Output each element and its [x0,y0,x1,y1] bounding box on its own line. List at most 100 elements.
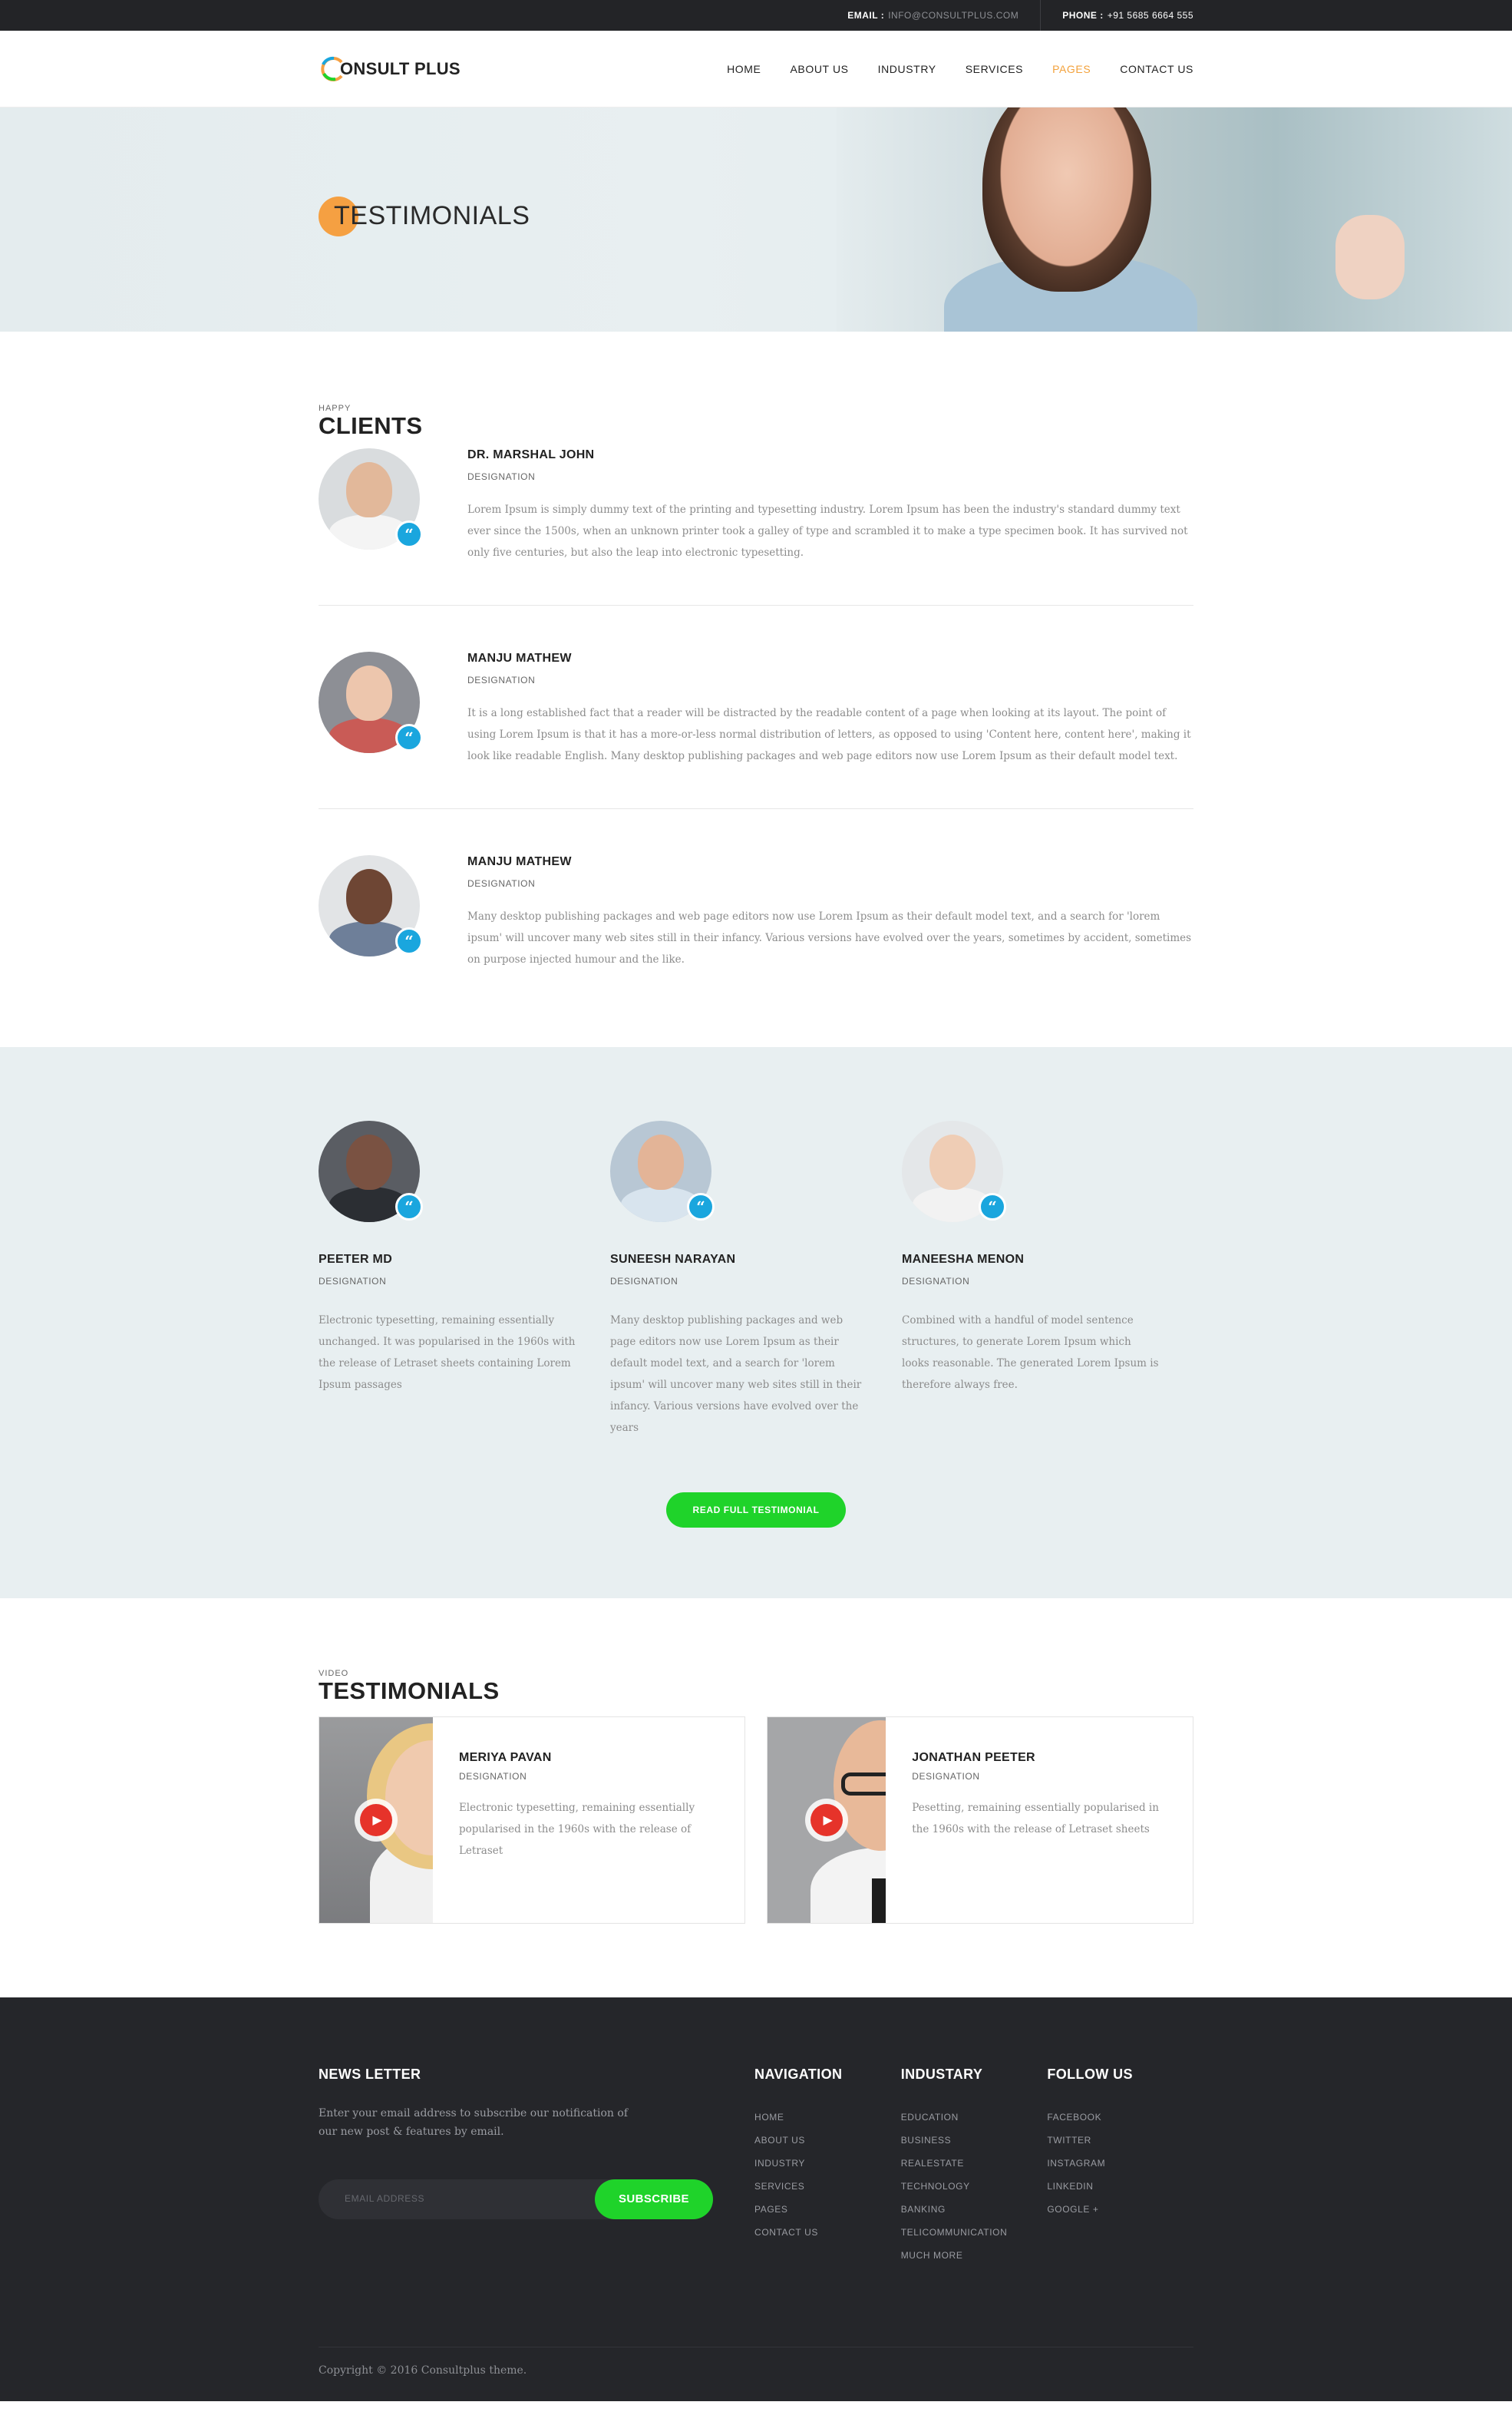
play-icon: ▶ [359,1804,392,1837]
page-title: TESTIMONIALS [334,201,530,230]
footer-link-business[interactable]: BUSINESS [901,2129,1048,2152]
site-header: ONSULT PLUS HOME ABOUT US INDUSTRY SERVI… [0,31,1512,107]
subscribe-button[interactable]: SUBSCRIBE [595,2179,713,2220]
main-nav: HOME ABOUT US INDUSTRY SERVICES PAGES CO… [698,63,1193,75]
video-thumbnail-glasses [841,1772,886,1796]
copyright: Copyright © 2016 Consultplus theme. [319,2347,1193,2377]
footer-link-contact-us[interactable]: CONTACT US [754,2221,901,2244]
client-text: Many desktop publishing packages and web… [467,910,1192,966]
nav-about-us[interactable]: ABOUT US [790,63,848,75]
client-designation: DESIGNATION [467,471,536,483]
footer-navigation: NAVIGATION HOME ABOUT US INDUSTRY SERVIC… [754,2067,901,2267]
avatar: “ [319,652,423,754]
topbar-email[interactable]: EMAIL : INFO@CONSULTPLUS.COM [826,0,1040,31]
client-name: MANJU MATHEW [467,652,572,666]
avatar: “ [319,855,423,957]
footer-link-twitter[interactable]: TWITTER [1047,2129,1193,2152]
email-input[interactable]: EMAIL ADDRESS [345,2193,424,2204]
client-text: Lorem Ipsum is simply dummy text of the … [467,504,1188,560]
avatar-head [346,462,392,518]
quote-icon: “ [395,927,423,956]
avatar: “ [319,448,423,550]
testimonial-band: “ PEETER MD DESIGNATION Electronic types… [0,1047,1512,1599]
footer-link-google-plus[interactable]: GOOGLE + [1047,2198,1193,2221]
footer-link-telicommunication[interactable]: TELICOMMUNICATION [901,2221,1048,2244]
footer-link-industry[interactable]: INDUSTRY [754,2152,901,2175]
video-name: JONATHAN PEETER [912,1751,1035,1765]
quote-icon: “ [687,1193,715,1221]
video-name: MERIYA PAVAN [458,1751,552,1765]
client-designation: DESIGNATION [467,878,536,890]
nav-industry[interactable]: INDUSTRY [878,63,936,75]
topbar-phone[interactable]: PHONE : +91 5685 6664 555 [1041,0,1193,31]
footer-link-instagram[interactable]: INSTAGRAM [1047,2152,1193,2175]
footer-link-linkedin[interactable]: LINKEDIN [1047,2175,1193,2198]
footer-link-home[interactable]: HOME [754,2106,901,2129]
footer-link-about-us[interactable]: ABOUT US [754,2129,901,2152]
client-name: DR. MARSHAL JOHN [467,448,595,462]
list-item: “ MANJU MATHEW DESIGNATION It is a long … [319,652,1193,810]
testimonial-text: Combined with a handful of model sentenc… [902,1314,1159,1392]
play-button[interactable]: ▶ [354,1799,398,1842]
logo-icon [321,56,343,81]
video-designation: DESIGNATION [912,1771,980,1782]
video-text: Pesetting, remaining essentially popular… [912,1802,1159,1836]
play-button[interactable]: ▶ [805,1799,849,1842]
footer-navigation-title: NAVIGATION [754,2067,843,2083]
newsletter-title: NEWS LETTER [319,2067,421,2083]
avatar: “ [902,1121,1006,1223]
videos-title: TESTIMONIALS [319,1677,500,1705]
video-card-info: JONATHAN PEETER DESIGNATION Pesetting, r… [886,1717,1193,1923]
email-label: EMAIL : [847,10,885,21]
footer-link-pages[interactable]: PAGES [754,2198,901,2221]
avatar-head [346,869,392,925]
read-full-testimonial-button[interactable]: READ FULL TESTIMONIAL [666,1492,846,1528]
video-text: Electronic typesetting, remaining essent… [458,1802,695,1858]
list-item: “ DR. MARSHAL JOHN DESIGNATION Lorem Ips… [319,448,1193,606]
footer-link-banking[interactable]: BANKING [901,2198,1048,2221]
phone-label: PHONE : [1062,10,1104,21]
nav-services[interactable]: SERVICES [966,63,1023,75]
avatar: “ [610,1121,715,1223]
quote-icon: “ [979,1193,1006,1221]
testimonial-designation: DESIGNATION [610,1276,678,1287]
client-designation: DESIGNATION [467,675,536,686]
site-footer: NEWS LETTER Enter your email address to … [0,1997,1512,2402]
footer-link-education[interactable]: EDUCATION [901,2106,1048,2129]
quote-icon: “ [395,724,423,752]
clients-section: HAPPY CLIENTS “ DR. MARSHAL JOHN DESIGNA… [0,332,1512,1047]
footer-follow-title: FOLLOW US [1047,2067,1133,2083]
testimonial-designation: DESIGNATION [319,1276,387,1287]
video-card: ▶ JONATHAN PEETER DESIGNATION Pesetting,… [767,1716,1193,1924]
nav-pages[interactable]: PAGES [1052,63,1091,75]
phone-value[interactable]: +91 5685 6664 555 [1108,10,1193,21]
footer-link-facebook[interactable]: FACEBOOK [1047,2106,1193,2129]
footer-link-much-more[interactable]: MUCH MORE [901,2244,1048,2267]
footer-link-technology[interactable]: TECHNOLOGY [901,2175,1048,2198]
quote-icon: “ [395,1193,423,1221]
email-value[interactable]: INFO@CONSULTPLUS.COM [888,10,1018,21]
avatar-head [929,1135,976,1191]
client-info: MANJU MATHEW DESIGNATION It is a long es… [467,652,1193,767]
video-thumbnail[interactable]: ▶ [768,1717,886,1924]
footer-link-services[interactable]: SERVICES [754,2175,901,2198]
footer-link-realestate[interactable]: REALESTATE [901,2152,1048,2175]
logo-text: ONSULT PLUS [340,59,461,78]
footer-industry-title: INDUSTARY [900,2067,983,2083]
avatar-head [346,1135,392,1191]
list-item: “ SUNEESH NARAYAN DESIGNATION Many deskt… [610,1121,902,1439]
quote-icon: “ [395,520,423,549]
nav-contact-us[interactable]: CONTACT US [1120,63,1193,75]
video-card-info: MERIYA PAVAN DESIGNATION Electronic type… [433,1717,744,1923]
testimonial-text: Many desktop publishing packages and web… [610,1314,862,1435]
nav-home[interactable]: HOME [727,63,761,75]
testimonial-name: SUNEESH NARAYAN [610,1253,736,1267]
footer-follow: FOLLOW US FACEBOOK TWITTER INSTAGRAM LIN… [1047,2067,1193,2267]
video-designation: DESIGNATION [458,1771,527,1782]
video-thumbnail[interactable]: ▶ [319,1717,433,1924]
logo[interactable]: ONSULT PLUS [319,55,461,83]
avatar-head [638,1135,684,1191]
testimonial-designation: DESIGNATION [902,1276,970,1287]
avatar: “ [319,1121,423,1223]
client-name: MANJU MATHEW [467,855,572,869]
